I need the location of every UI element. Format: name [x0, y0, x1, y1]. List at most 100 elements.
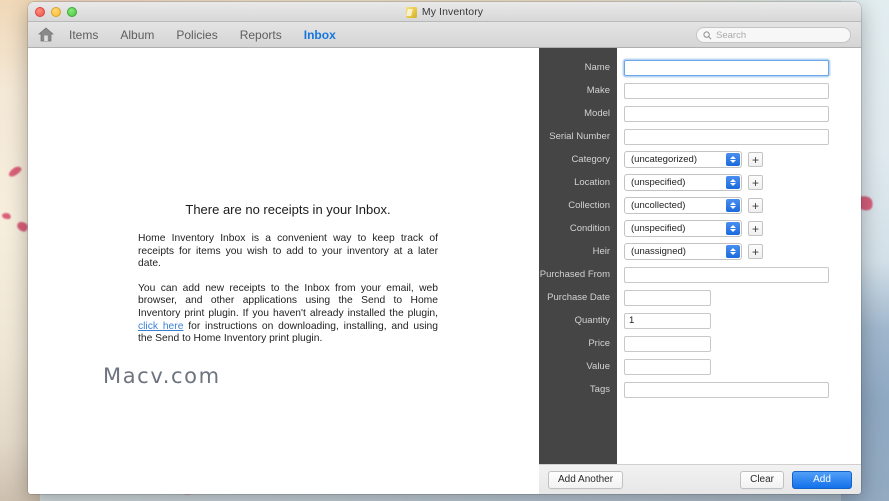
label-text: Heir [592, 246, 610, 257]
click-here-link[interactable]: click here [138, 321, 183, 332]
form-row-location: (unspecified) + [617, 171, 861, 194]
form-row-make [617, 79, 861, 102]
form-label-make: Make [539, 79, 617, 102]
make-input[interactable] [624, 82, 829, 99]
form-label-model: Model [539, 102, 617, 125]
model-input[interactable] [624, 105, 829, 122]
add-collection-button[interactable]: + [748, 198, 763, 213]
label-text: Make [586, 85, 610, 96]
price-input[interactable] [624, 335, 711, 352]
label-text: Name [584, 62, 610, 73]
add-button[interactable]: Add [792, 470, 852, 489]
collection-popup-button[interactable]: (uncollected) [624, 197, 742, 214]
category-popup-button[interactable]: (uncategorized) [624, 151, 742, 168]
category-popup-value: (uncategorized) [631, 154, 698, 165]
add-another-button[interactable]: Add Another [548, 470, 624, 489]
form-field-column: (uncategorized) + (unspecified) + (uncol… [617, 48, 861, 464]
clear-button[interactable]: Clear [740, 470, 784, 489]
form-row-price [617, 332, 861, 355]
form-label-quantity: Quantity [539, 309, 617, 332]
add-condition-button[interactable]: + [748, 221, 763, 236]
label-text: Purchase Date [547, 292, 610, 303]
window-body: There are no receipts in your Inbox. Hom… [28, 48, 861, 494]
serial-number-input[interactable] [624, 128, 829, 145]
plugin-text-before: You can add new receipts to the Inbox fr… [138, 282, 438, 319]
form-row-quantity [617, 309, 861, 332]
chevron-updown-icon [726, 199, 740, 212]
label-text: Quantity [574, 315, 610, 326]
purchase-date-input[interactable] [624, 289, 711, 306]
form-row-heir: (unassigned) + [617, 240, 861, 263]
add-category-button[interactable]: + [748, 152, 763, 167]
name-input[interactable] [624, 59, 829, 76]
form-label-location: Location [539, 171, 617, 194]
add-heir-button[interactable]: + [748, 244, 763, 259]
tags-input[interactable] [624, 381, 829, 398]
home-button[interactable] [34, 25, 58, 45]
value-input[interactable] [624, 358, 711, 375]
condition-popup-value: (unspecified) [631, 223, 686, 234]
add-item-form: Name Make Model Serial Number Category L… [539, 48, 861, 464]
form-row-serial-number [617, 125, 861, 148]
inbox-plugin-paragraph: You can add new receipts to the Inbox fr… [138, 283, 438, 346]
close-window-button[interactable] [35, 6, 45, 17]
window-titlebar[interactable]: My Inventory [28, 2, 861, 22]
nav-item-inbox[interactable]: Inbox [293, 25, 347, 45]
form-row-condition: (unspecified) + [617, 217, 861, 240]
form-label-category: Category [539, 148, 617, 171]
location-popup-button[interactable]: (unspecified) [624, 174, 742, 191]
label-text: Value [586, 361, 610, 372]
nav-item-policies[interactable]: Policies [165, 25, 228, 45]
form-label-condition: Condition [539, 217, 617, 240]
nav-item-reports[interactable]: Reports [229, 25, 293, 45]
inbox-empty-title: There are no receipts in your Inbox. [185, 202, 391, 217]
search-placeholder: Search [716, 29, 747, 41]
form-label-purchase-date: Purchase Date [539, 286, 617, 309]
location-popup-value: (unspecified) [631, 177, 686, 188]
purchased-from-input[interactable] [624, 266, 829, 283]
label-text: Serial Number [549, 131, 610, 142]
minimize-window-button[interactable] [51, 6, 61, 17]
form-label-price: Price [539, 332, 617, 355]
desktop-background: My Inventory Items Album Policies Report… [0, 0, 889, 501]
form-label-purchased-from: Purchased From [539, 263, 617, 286]
inbox-description-paragraph: Home Inventory Inbox is a convenient way… [138, 233, 438, 270]
watermark: Macv.com [103, 364, 221, 388]
label-text: Model [584, 108, 610, 119]
plugin-text-after: for instructions on downloading, install… [138, 320, 438, 345]
search-icon [703, 30, 712, 39]
condition-popup-button[interactable]: (unspecified) [624, 220, 742, 237]
label-text: Tags [589, 384, 610, 395]
heir-popup-button[interactable]: (unassigned) [624, 243, 742, 260]
chevron-updown-icon [726, 176, 740, 189]
form-row-collection: (uncollected) + [617, 194, 861, 217]
label-text: Category [571, 154, 610, 165]
zoom-window-button[interactable] [67, 6, 77, 17]
form-label-collection: Collection [539, 194, 617, 217]
form-label-column: Name Make Model Serial Number Category L… [539, 48, 617, 464]
add-location-button[interactable]: + [748, 175, 763, 190]
chevron-updown-icon [726, 222, 740, 235]
window-title-group: My Inventory [28, 2, 861, 22]
home-icon [38, 27, 54, 42]
chevron-updown-icon [726, 153, 740, 166]
label-text: Condition [569, 223, 610, 234]
heir-popup-value: (unassigned) [631, 246, 686, 257]
label-text: Price [588, 338, 610, 349]
label-text: Collection [568, 200, 610, 211]
form-row-purchase-date [617, 286, 861, 309]
form-row-tags [617, 378, 861, 401]
window-controls [35, 6, 77, 17]
inbox-pane: There are no receipts in your Inbox. Hom… [28, 48, 539, 494]
search-input[interactable]: Search [696, 27, 851, 43]
inbox-empty-state: There are no receipts in your Inbox. Hom… [138, 202, 438, 346]
inventory-app-icon [405, 6, 417, 18]
quantity-input[interactable] [624, 312, 711, 329]
form-row-model [617, 102, 861, 125]
nav-item-album[interactable]: Album [109, 25, 165, 45]
form-label-tags: Tags [539, 378, 617, 401]
window-title: My Inventory [421, 6, 484, 18]
form-action-bar: Add Another Clear Add [539, 464, 861, 494]
form-row-category: (uncategorized) + [617, 148, 861, 171]
nav-item-items[interactable]: Items [58, 25, 109, 45]
